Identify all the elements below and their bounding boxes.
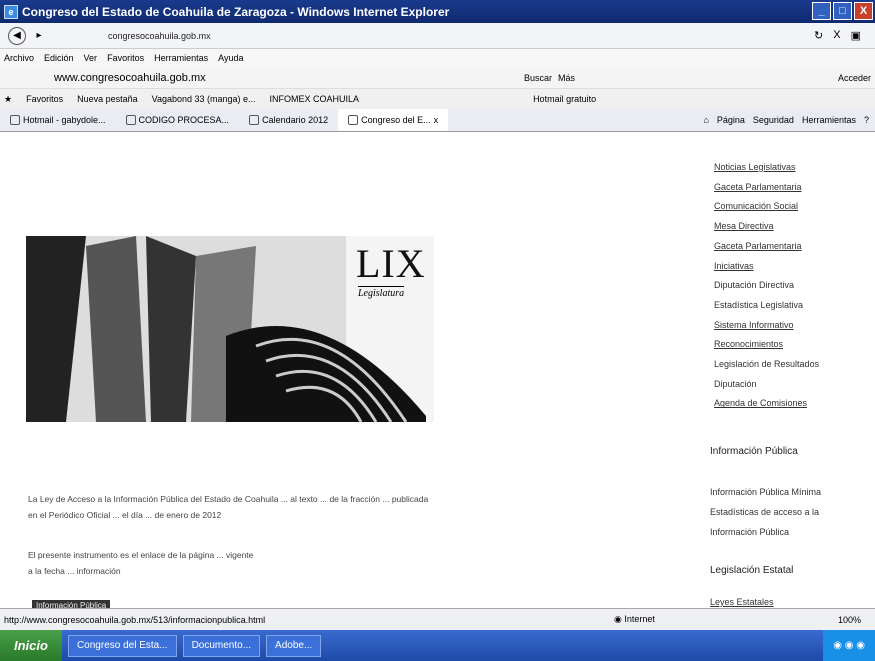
tab-bar: Hotmail - gabydole... CODIGO PROCESA... … xyxy=(0,109,875,132)
window-title: Congreso del Estado de Coahuila de Zarag… xyxy=(22,4,450,19)
legislature-banner: LIX Legislatura xyxy=(26,236,434,422)
tab-label: Congreso del E... xyxy=(361,115,431,125)
sidebar-item[interactable]: Diputación Directiva xyxy=(714,276,874,296)
info-link[interactable]: Información Pública Mínima xyxy=(710,482,821,502)
tray-icons: ◉ ◉ ◉ xyxy=(833,640,865,651)
security-zone: ◉ Internet xyxy=(614,614,655,625)
status-url: http://www.congresocoahuila.gob.mx/513/i… xyxy=(4,614,266,625)
window-controls: _ □ X xyxy=(812,2,873,20)
legislation-links: Leyes Estatales xyxy=(710,592,774,608)
tab-congreso[interactable]: Congreso del E... x xyxy=(338,109,449,131)
menu-bar: Archivo Edición Ver Favoritos Herramient… xyxy=(0,49,875,67)
sidebar-item[interactable]: Sistema Informativo xyxy=(714,316,874,336)
tools-menu[interactable]: Herramientas xyxy=(802,115,856,125)
command-bar: ⌂ Página Seguridad Herramientas ? xyxy=(703,115,875,125)
sidebar-item[interactable]: Reconocimientos xyxy=(714,335,874,355)
taskbar-item[interactable]: Documento... xyxy=(182,634,261,657)
taskbar-item[interactable]: Adobe... xyxy=(266,634,322,657)
help-icon[interactable]: ? xyxy=(864,115,869,125)
refresh-icon[interactable]: ↻ xyxy=(814,29,823,42)
side-navigation: Noticias Legislativas Gaceta Parlamentar… xyxy=(714,158,874,414)
security-menu[interactable]: Seguridad xyxy=(753,115,794,125)
search-toolbar: www.congresocoahuila.gob.mx Buscar Más A… xyxy=(0,67,875,89)
taskbar: Inicio Congreso del Esta... Documento...… xyxy=(0,630,875,661)
banner-subtitle: Legislatura xyxy=(358,286,405,299)
minimize-button[interactable]: _ xyxy=(812,2,831,20)
forward-arrow-icon[interactable]: ▸ xyxy=(30,27,48,45)
intro-paragraph-line: La Ley de Acceso a la Información Públic… xyxy=(28,494,429,504)
tab-hotmail[interactable]: Hotmail - gabydole... xyxy=(0,109,116,131)
banner-title: LIX xyxy=(356,241,426,286)
sidebar-item[interactable]: Comunicación Social xyxy=(714,197,874,217)
favorites-button[interactable]: Favoritos xyxy=(26,94,63,104)
more-button[interactable]: Más xyxy=(558,73,575,83)
tab-label: Hotmail - gabydole... xyxy=(23,115,106,125)
globe-icon: ◉ xyxy=(614,614,622,624)
menu-edicion[interactable]: Edición xyxy=(44,53,74,63)
address-bar: ◀ ▸ congresocoahuila.gob.mx ↻ X ▣ xyxy=(0,23,875,49)
page-icon xyxy=(348,115,359,125)
tab-close-icon[interactable]: x xyxy=(434,115,439,125)
sidebar-item[interactable]: Noticias Legislativas xyxy=(714,158,874,178)
legislation-heading: Legislación Estatal xyxy=(710,565,794,576)
back-arrow-icon[interactable]: ◀ xyxy=(8,26,26,45)
sidebar-item[interactable]: Diputación xyxy=(714,375,874,395)
zoom-level[interactable]: 100% xyxy=(838,615,861,625)
favorites-bar: ★ Favoritos Nueva pestaña Vagabond 33 (m… xyxy=(0,89,875,109)
search-engine-icon[interactable]: ▣ xyxy=(851,29,861,42)
close-button[interactable]: X xyxy=(854,2,873,20)
info-links: Información Pública Mínima Estadísticas … xyxy=(710,482,821,542)
ie-icon: e xyxy=(4,4,18,19)
info-heading: Información Pública xyxy=(710,446,798,457)
search-input[interactable]: www.congresocoahuila.gob.mx xyxy=(54,72,206,84)
menu-ver[interactable]: Ver xyxy=(84,53,98,63)
favorites-star-icon[interactable]: ★ xyxy=(4,94,12,105)
tab-label: CODIGO PROCESA... xyxy=(138,115,230,125)
intro-paragraph-line: en el Periódico Oficial ... el día ... d… xyxy=(28,510,222,520)
address-actions: ↻ X ▣ xyxy=(814,29,861,42)
system-tray: ◉ ◉ ◉ xyxy=(823,630,875,661)
stop-button[interactable]: X xyxy=(833,29,840,42)
search-button[interactable]: Buscar xyxy=(524,73,552,83)
zone-label: Internet xyxy=(624,614,655,624)
taskbar-item[interactable]: Congreso del Esta... xyxy=(67,634,177,657)
favorite-item[interactable]: Vagabond 33 (manga) e... xyxy=(152,94,256,104)
menu-ayuda[interactable]: Ayuda xyxy=(218,53,243,63)
info-link[interactable]: Estadísticas de acceso a la xyxy=(710,502,821,522)
sidebar-item[interactable]: Agenda de Comisiones xyxy=(714,394,874,414)
menu-archivo[interactable]: Archivo xyxy=(4,53,34,63)
home-icon[interactable]: ⌂ xyxy=(703,115,708,125)
legislation-link[interactable]: Leyes Estatales xyxy=(710,592,774,608)
page-icon xyxy=(10,115,20,125)
signin-link[interactable]: Acceder xyxy=(838,73,871,83)
sidebar-item[interactable]: Gaceta Parlamentaria xyxy=(714,237,874,257)
intro-paragraph-line: El presente instrumento es el enlace de … xyxy=(28,550,254,560)
page-content: LIX Legislatura Noticias Legislativas Ga… xyxy=(0,132,875,608)
sidebar-item[interactable]: Estadística Legislativa xyxy=(714,296,874,316)
menu-favoritos[interactable]: Favoritos xyxy=(107,53,144,63)
info-link-highlight[interactable]: Información Pública xyxy=(32,600,111,608)
page-icon xyxy=(125,115,136,125)
favorite-item[interactable]: Nueva pestaña xyxy=(77,94,138,104)
favorite-item[interactable]: INFOMEX COAHUILA xyxy=(270,94,360,104)
tab-calendario[interactable]: Calendario 2012 xyxy=(239,109,338,131)
start-button[interactable]: Inicio xyxy=(0,630,62,661)
menu-herramientas[interactable]: Herramientas xyxy=(154,53,208,63)
url-input[interactable]: congresocoahuila.gob.mx xyxy=(108,31,468,41)
page-icon xyxy=(249,115,260,125)
info-link[interactable]: Información Pública xyxy=(710,522,821,542)
sidebar-item[interactable]: Legislación de Resultados xyxy=(714,355,874,375)
page-menu[interactable]: Página xyxy=(717,115,745,125)
tab-label: Calendario 2012 xyxy=(262,115,329,125)
sidebar-item[interactable]: Mesa Directiva xyxy=(714,217,874,237)
tab-codigo[interactable]: CODIGO PROCESA... xyxy=(116,109,240,131)
maximize-button[interactable]: □ xyxy=(833,2,852,20)
sidebar-item[interactable]: Gaceta Parlamentaria xyxy=(714,178,874,198)
sidebar-item[interactable]: Iniciativas xyxy=(714,257,874,277)
status-bar: http://www.congresocoahuila.gob.mx/513/i… xyxy=(0,608,875,630)
intro-paragraph-line: a la fecha ... información xyxy=(28,566,121,576)
favorite-item[interactable]: Hotmail gratuito xyxy=(533,94,596,104)
window-titlebar: e Congreso del Estado de Coahuila de Zar… xyxy=(0,0,875,23)
